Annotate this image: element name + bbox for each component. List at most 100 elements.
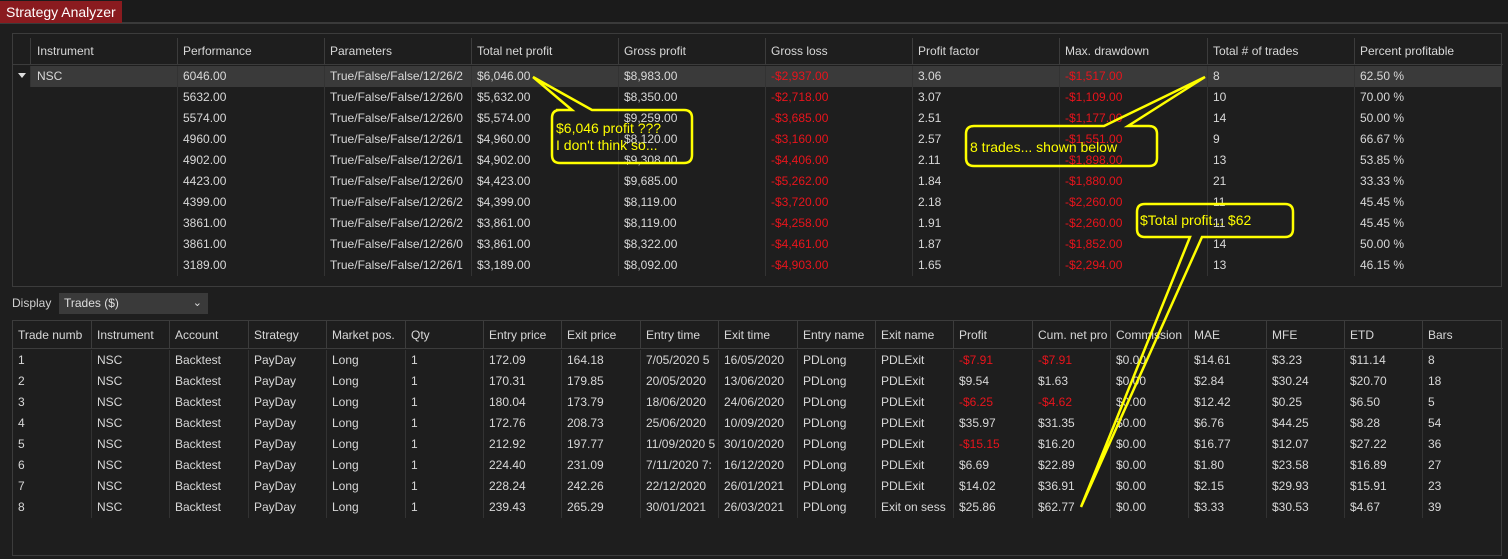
- result-row[interactable]: 4960.00 True/False/False/12/26/1 $4,960.00…: [13, 129, 1502, 150]
- column-header[interactable]: Total net profit: [471, 38, 618, 64]
- result-cell: 10: [1207, 87, 1354, 108]
- trade-cell: 212.92: [483, 434, 561, 455]
- trade-row[interactable]: 8 NSC Backtest PayDay Long 1 239.43 265.29 30/01…: [13, 497, 1502, 518]
- result-row[interactable]: 5574.00 True/False/False/12/26/0 $5,574.00…: [13, 108, 1502, 129]
- trade-cell: 1: [405, 350, 483, 371]
- column-header[interactable]: Market pos.: [326, 321, 405, 348]
- column-header[interactable]: Strategy: [248, 321, 326, 348]
- column-header[interactable]: MAE: [1188, 321, 1266, 348]
- trade-cell: $16.89: [1344, 455, 1422, 476]
- column-header[interactable]: Percent profitable: [1354, 38, 1502, 64]
- column-header[interactable]: ETD: [1344, 321, 1422, 348]
- trade-row[interactable]: 5 NSC Backtest PayDay Long 1 212.92 197.77 11/09…: [13, 434, 1502, 455]
- results-grid: Instrument Performance Parameters Total net…: [12, 33, 1503, 287]
- trade-cell: $20.70: [1344, 371, 1422, 392]
- trade-cell: $29.93: [1266, 476, 1344, 497]
- result-row[interactable]: 4423.00 True/False/False/12/26/0 $4,423.00…: [13, 171, 1502, 192]
- trade-cell: PDLExit: [875, 371, 953, 392]
- trade-cell: 224.40: [483, 455, 561, 476]
- trade-row[interactable]: 6 NSC Backtest PayDay Long 1 224.40 231.09 7/11/…: [13, 455, 1502, 476]
- trade-cell: $30.24: [1266, 371, 1344, 392]
- trade-cell: 30/01/2021: [640, 497, 718, 518]
- result-cell: $9,685.00: [618, 171, 765, 192]
- trade-cell: 27: [1422, 455, 1502, 476]
- result-cell: 4399.00: [177, 192, 324, 213]
- result-row[interactable]: 4902.00 True/False/False/12/26/1 $4,902.00…: [13, 150, 1502, 171]
- result-row[interactable]: 3189.00 True/False/False/12/26/1 $3,189.00…: [13, 255, 1502, 276]
- display-dropdown[interactable]: Trades ($) ⌄: [59, 293, 208, 314]
- column-header[interactable]: Instrument: [91, 321, 169, 348]
- result-cell: -$2,937.00: [765, 66, 912, 87]
- result-row[interactable]: 3861.00 True/False/False/12/26/2 $3,861.00…: [13, 213, 1502, 234]
- column-header[interactable]: Parameters: [324, 38, 471, 64]
- result-row[interactable]: 3861.00 True/False/False/12/26/0 $3,861.00…: [13, 234, 1502, 255]
- trade-cell: $6.50: [1344, 392, 1422, 413]
- trade-row[interactable]: 2 NSC Backtest PayDay Long 1 170.31 179.85 20/05…: [13, 371, 1502, 392]
- column-header[interactable]: Profit factor: [912, 38, 1059, 64]
- tab-strategy-analyzer[interactable]: Strategy Analyzer: [0, 1, 122, 23]
- trade-row[interactable]: 4 NSC Backtest PayDay Long 1 172.76 208.73 25/06…: [13, 413, 1502, 434]
- trade-cell: PDLong: [797, 434, 875, 455]
- result-cell: $3,189.00: [471, 255, 618, 276]
- column-header[interactable]: Instrument: [30, 38, 177, 64]
- column-header[interactable]: Bars: [1422, 321, 1502, 348]
- column-header[interactable]: Gross loss: [765, 38, 912, 64]
- column-header[interactable]: Cum. net pro: [1032, 321, 1110, 348]
- result-row[interactable]: 5632.00 True/False/False/12/26/0 $5,632.00…: [13, 87, 1502, 108]
- result-cell: 1.65: [912, 255, 1059, 276]
- trade-cell: PDLong: [797, 413, 875, 434]
- result-cell: $4,902.00: [471, 150, 618, 171]
- result-cell: True/False/False/12/26/2: [324, 213, 471, 234]
- column-header[interactable]: Entry price: [483, 321, 561, 348]
- trade-cell: 26/03/2021: [718, 497, 797, 518]
- column-header[interactable]: Performance: [177, 38, 324, 64]
- display-selected: Trades ($): [64, 296, 119, 310]
- column-header[interactable]: Exit price: [561, 321, 640, 348]
- column-header[interactable]: Exit time: [718, 321, 797, 348]
- column-header[interactable]: MFE: [1266, 321, 1344, 348]
- column-header[interactable]: Max. drawdown: [1059, 38, 1207, 64]
- trade-cell: Exit on sess: [875, 497, 953, 518]
- trade-cell: Backtest: [169, 350, 248, 371]
- trade-row[interactable]: 3 NSC Backtest PayDay Long 1 180.04 173.79 18/06…: [13, 392, 1502, 413]
- result-cell: 2.51: [912, 108, 1059, 129]
- column-header[interactable]: Trade numb: [13, 321, 91, 348]
- column-header[interactable]: Entry name: [797, 321, 875, 348]
- trade-cell: 170.31: [483, 371, 561, 392]
- result-cell: True/False/False/12/26/1: [324, 129, 471, 150]
- result-cell: 9: [1207, 129, 1354, 150]
- column-header[interactable]: Qty: [405, 321, 483, 348]
- profit-note-line1: $6,046 profit ???: [556, 120, 662, 136]
- result-row[interactable]: 4399.00 True/False/False/12/26/2 $4,399.00…: [13, 192, 1502, 213]
- column-header[interactable]: Total # of trades: [1207, 38, 1354, 64]
- column-header[interactable]: Exit name: [875, 321, 953, 348]
- column-header[interactable]: Entry time: [640, 321, 718, 348]
- trade-cell: NSC: [91, 413, 169, 434]
- trade-cell: $1.80: [1188, 455, 1266, 476]
- trade-row[interactable]: 1 NSC Backtest PayDay Long 1 172.09 164.18 7/05/…: [13, 350, 1502, 371]
- trade-cell: PDLExit: [875, 476, 953, 497]
- trade-cell: $12.07: [1266, 434, 1344, 455]
- result-cell: True/False/False/12/26/0: [324, 234, 471, 255]
- result-cell: 3189.00: [177, 255, 324, 276]
- result-row[interactable]: NSC 6046.00 True/False/False/12/26/2 $6,046…: [18, 66, 1502, 87]
- trade-cell: 197.77: [561, 434, 640, 455]
- column-header[interactable]: Account: [169, 321, 248, 348]
- trade-cell: $14.02: [953, 476, 1032, 497]
- trade-cell: PayDay: [248, 476, 326, 497]
- column-header[interactable]: Gross profit: [618, 38, 765, 64]
- trade-cell: NSC: [91, 497, 169, 518]
- result-cell: $4,399.00: [471, 192, 618, 213]
- trade-cell: 39: [1422, 497, 1502, 518]
- result-cell: $8,119.00: [618, 213, 765, 234]
- trade-cell: PayDay: [248, 350, 326, 371]
- trade-cell: $1.63: [1032, 371, 1110, 392]
- expand-arrow-icon[interactable]: [18, 73, 26, 78]
- trade-cell: Backtest: [169, 476, 248, 497]
- column-header[interactable]: Profit: [953, 321, 1032, 348]
- result-cell: True/False/False/12/26/1: [324, 255, 471, 276]
- trade-row[interactable]: 7 NSC Backtest PayDay Long 1 228.24 242.26 22/12…: [13, 476, 1502, 497]
- trade-cell: 25/06/2020: [640, 413, 718, 434]
- trade-cell: 16/05/2020: [718, 350, 797, 371]
- column-header[interactable]: Commission: [1110, 321, 1188, 348]
